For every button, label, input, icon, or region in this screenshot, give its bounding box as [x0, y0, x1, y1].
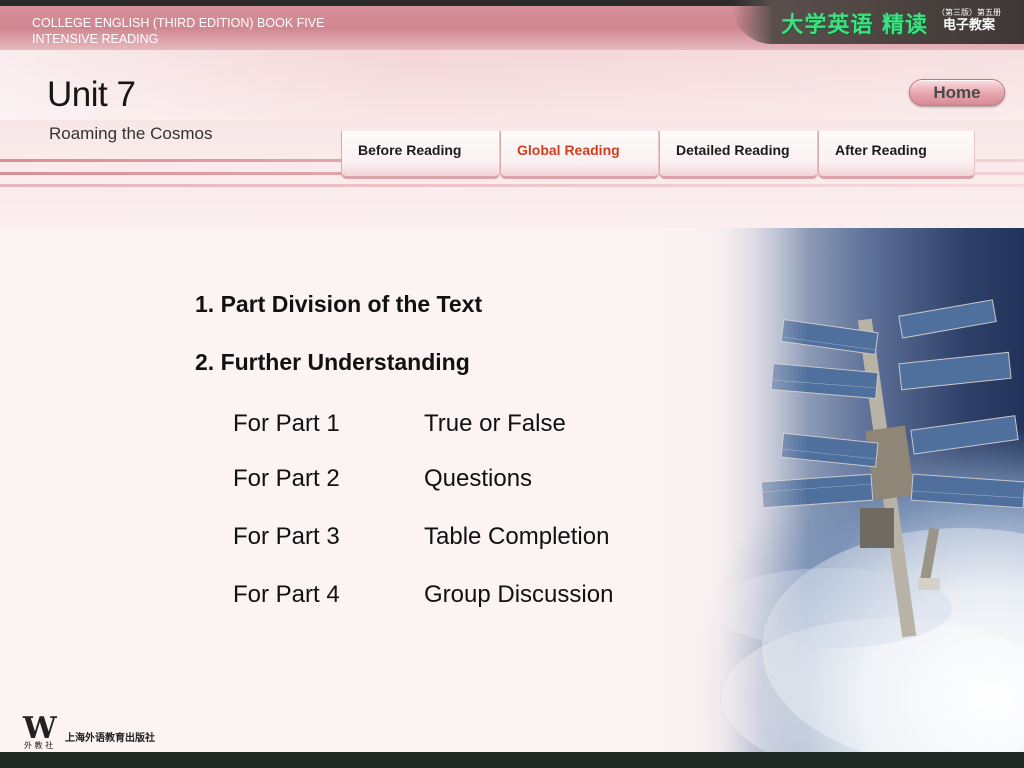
tab-before-reading[interactable]: Before Reading	[341, 131, 500, 179]
page-header: Unit 7 Roaming the Cosmos Home Before Re…	[0, 50, 1024, 228]
section-tabs: Before Reading Global Reading Detailed R…	[341, 131, 975, 179]
courseware-logo: 大学英语 精读 （第三版）第五册 电子教案	[732, 0, 1024, 44]
home-button[interactable]: Home	[909, 79, 1005, 106]
course-title: COLLEGE ENGLISH (THIRD EDITION) BOOK FIV…	[32, 15, 392, 47]
tab-detailed-reading[interactable]: Detailed Reading	[659, 131, 818, 179]
tab-after-reading[interactable]: After Reading	[818, 131, 975, 179]
logo-sub-text: （第三版）第五册 电子教案	[932, 7, 1006, 34]
part-3-link[interactable]: For Part 3	[233, 523, 340, 551]
unit-subtitle: Roaming the Cosmos	[49, 124, 213, 143]
logo-edition-text: （第三版）第五册	[937, 8, 1001, 17]
publisher-abbr: 外 教 社	[24, 741, 54, 750]
part-1-link[interactable]: For Part 1	[233, 410, 340, 438]
part-division-link[interactable]: 1. Part Division of the Text	[195, 291, 482, 318]
header-stripe	[0, 184, 1024, 187]
header-glow	[0, 50, 1024, 120]
course-title-line1: COLLEGE ENGLISH (THIRD EDITION) BOOK FIV…	[32, 16, 325, 30]
publisher-mark-icon: W 外 教 社	[23, 711, 57, 750]
unit-title: Unit 7	[47, 75, 136, 114]
part-2-link[interactable]: For Part 2	[233, 465, 340, 493]
further-understanding-heading: 2. Further Understanding	[195, 349, 470, 375]
publisher-logo: W 外 教 社 上海外语教育出版社	[23, 711, 203, 750]
bottom-bar	[0, 752, 1024, 768]
true-or-false-link[interactable]: True or False	[424, 410, 566, 438]
group-discussion-link[interactable]: Group Discussion	[424, 581, 613, 609]
logo-courseware-text: 电子教案	[942, 18, 995, 33]
publisher-name: 上海外语教育出版社	[65, 733, 155, 744]
logo-main-text: 大学英语 精读	[781, 13, 928, 38]
top-banner: COLLEGE ENGLISH (THIRD EDITION) BOOK FIV…	[0, 0, 1024, 50]
space-station-image	[632, 228, 1024, 752]
course-title-line2: INTENSIVE READING	[32, 32, 159, 46]
part-4-link[interactable]: For Part 4	[233, 581, 340, 609]
image-fade	[632, 228, 1024, 752]
questions-link[interactable]: Questions	[424, 465, 532, 493]
tab-global-reading[interactable]: Global Reading	[500, 131, 659, 179]
table-completion-link[interactable]: Table Completion	[424, 523, 609, 551]
